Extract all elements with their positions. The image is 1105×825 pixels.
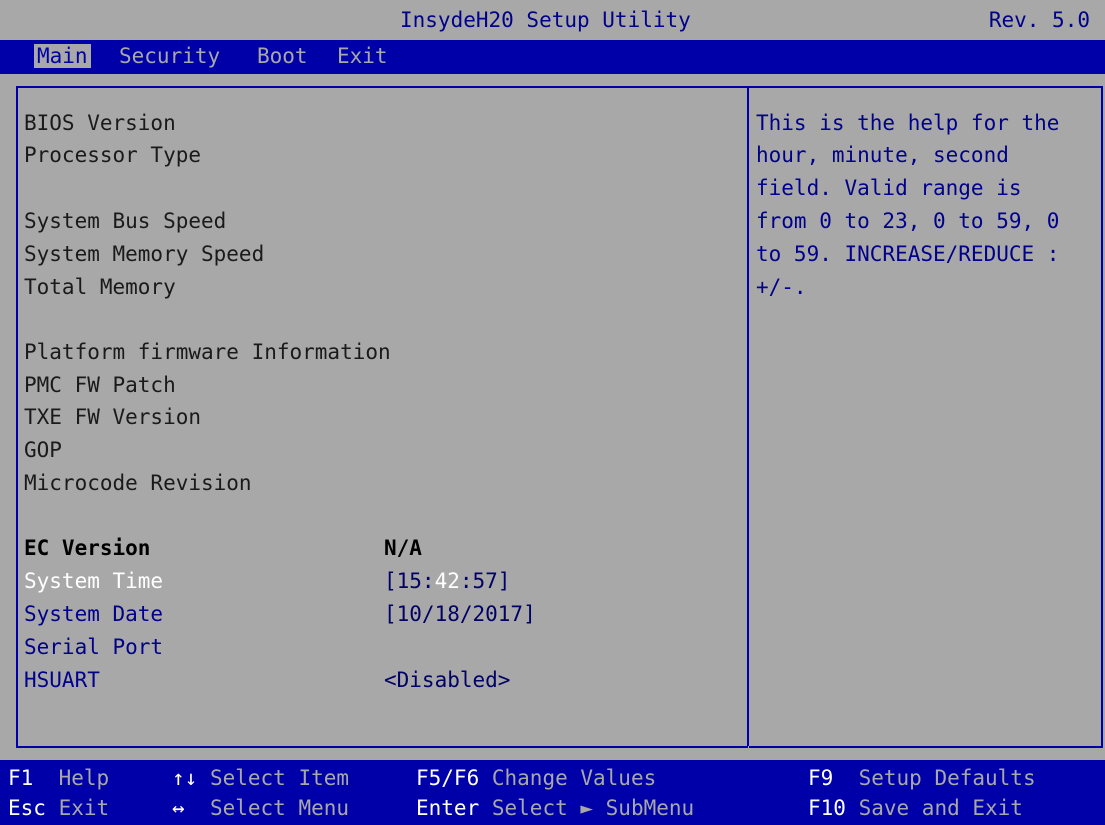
submenu-desc: Select ► SubMenu (491, 796, 695, 820)
pmc-fw-patch-label: PMC FW Patch (24, 373, 176, 397)
ec-version-value: N/A (384, 536, 422, 560)
menu-bar: Main Security Boot Exit (0, 40, 1105, 74)
app-title: InsydeH20 Setup Utility (400, 8, 691, 32)
setup-defaults-desc: Setup Defaults (858, 766, 1036, 790)
microcode-revision-label: Microcode Revision (24, 471, 252, 495)
exit-hotkey: Esc Exit (8, 796, 109, 820)
system-time-second: :57] (459, 569, 511, 593)
save-exit-desc: Save and Exit (858, 796, 1023, 820)
setup-defaults-hotkey: F9 Setup Defaults (808, 766, 1036, 790)
revision-label: Rev. 5.0 (988, 8, 1090, 32)
exit-hotkey-desc: Exit (58, 796, 110, 820)
total-memory-label: Total Memory (24, 275, 176, 299)
esc-key: Esc (8, 796, 46, 820)
system-time-minute-field[interactable]: 42 (435, 569, 460, 593)
help-text-line: field. Valid range is (756, 176, 1022, 200)
select-item-hotkey: ↑↓ Select Item (172, 766, 349, 790)
select-menu-desc: Select Menu (209, 796, 350, 820)
system-time-value[interactable]: [15:42:57] (384, 569, 510, 593)
help-text-line: to 59. INCREASE/REDUCE : (756, 242, 1060, 266)
tab-exit[interactable]: Exit (334, 44, 391, 68)
up-down-arrows-icon: ↑↓ (172, 766, 198, 790)
system-time-hour: [15: (384, 569, 435, 593)
help-hotkey-desc: Help (58, 766, 110, 790)
title-bar: InsydeH20 Setup Utility Rev. 5.0 (0, 0, 1105, 40)
tab-security[interactable]: Security (116, 44, 223, 68)
change-values-desc: Change Values (491, 766, 657, 790)
help-text-line: from 0 to 23, 0 to 59, 0 (756, 209, 1060, 233)
ec-version-label: EC Version (24, 536, 151, 560)
select-item-desc: Select Item (209, 766, 350, 790)
txe-fw-version-label: TXE FW Version (24, 405, 202, 429)
platform-firmware-info-label: Platform firmware Information (24, 340, 391, 364)
f1-key: F1 (8, 766, 34, 790)
system-time-label[interactable]: System Time (24, 569, 163, 593)
gop-label: GOP (24, 438, 62, 462)
help-hotkey: F1 Help (8, 766, 109, 790)
tab-boot[interactable]: Boot (254, 44, 311, 68)
help-text-line: This is the help for the (756, 111, 1060, 135)
f10-key: F10 (808, 796, 846, 820)
f5-f6-key: F5/F6 (416, 766, 480, 790)
system-memory-speed-label: System Memory Speed (24, 242, 265, 266)
hsuart-value[interactable]: <Disabled> (384, 668, 510, 692)
change-values-hotkey: F5/F6 Change Values (416, 766, 656, 790)
system-date-value[interactable]: [10/18/2017] (384, 602, 536, 626)
save-exit-hotkey: F10 Save and Exit (808, 796, 1023, 820)
submenu-hotkey: Enter Select ► SubMenu (416, 796, 694, 820)
system-bus-speed-label: System Bus Speed (24, 209, 227, 233)
footer-keybar: F1 Help Esc Exit ↑↓ Select Item ↔ Select… (0, 760, 1105, 825)
help-text-line: +/-. (756, 275, 807, 299)
select-menu-hotkey: ↔ Select Menu (172, 796, 349, 820)
hsuart-label[interactable]: HSUART (24, 668, 100, 692)
left-right-arrows-icon: ↔ (172, 796, 185, 820)
processor-type-label: Processor Type (24, 143, 202, 167)
enter-key: Enter (416, 796, 480, 820)
serial-port-item[interactable]: Serial Port (24, 635, 163, 659)
tab-main[interactable]: Main (34, 44, 91, 68)
system-date-label[interactable]: System Date (24, 602, 163, 626)
bios-version-label: BIOS Version (24, 111, 176, 135)
f9-key: F9 (808, 766, 834, 790)
help-text-line: hour, minute, second (756, 143, 1009, 167)
